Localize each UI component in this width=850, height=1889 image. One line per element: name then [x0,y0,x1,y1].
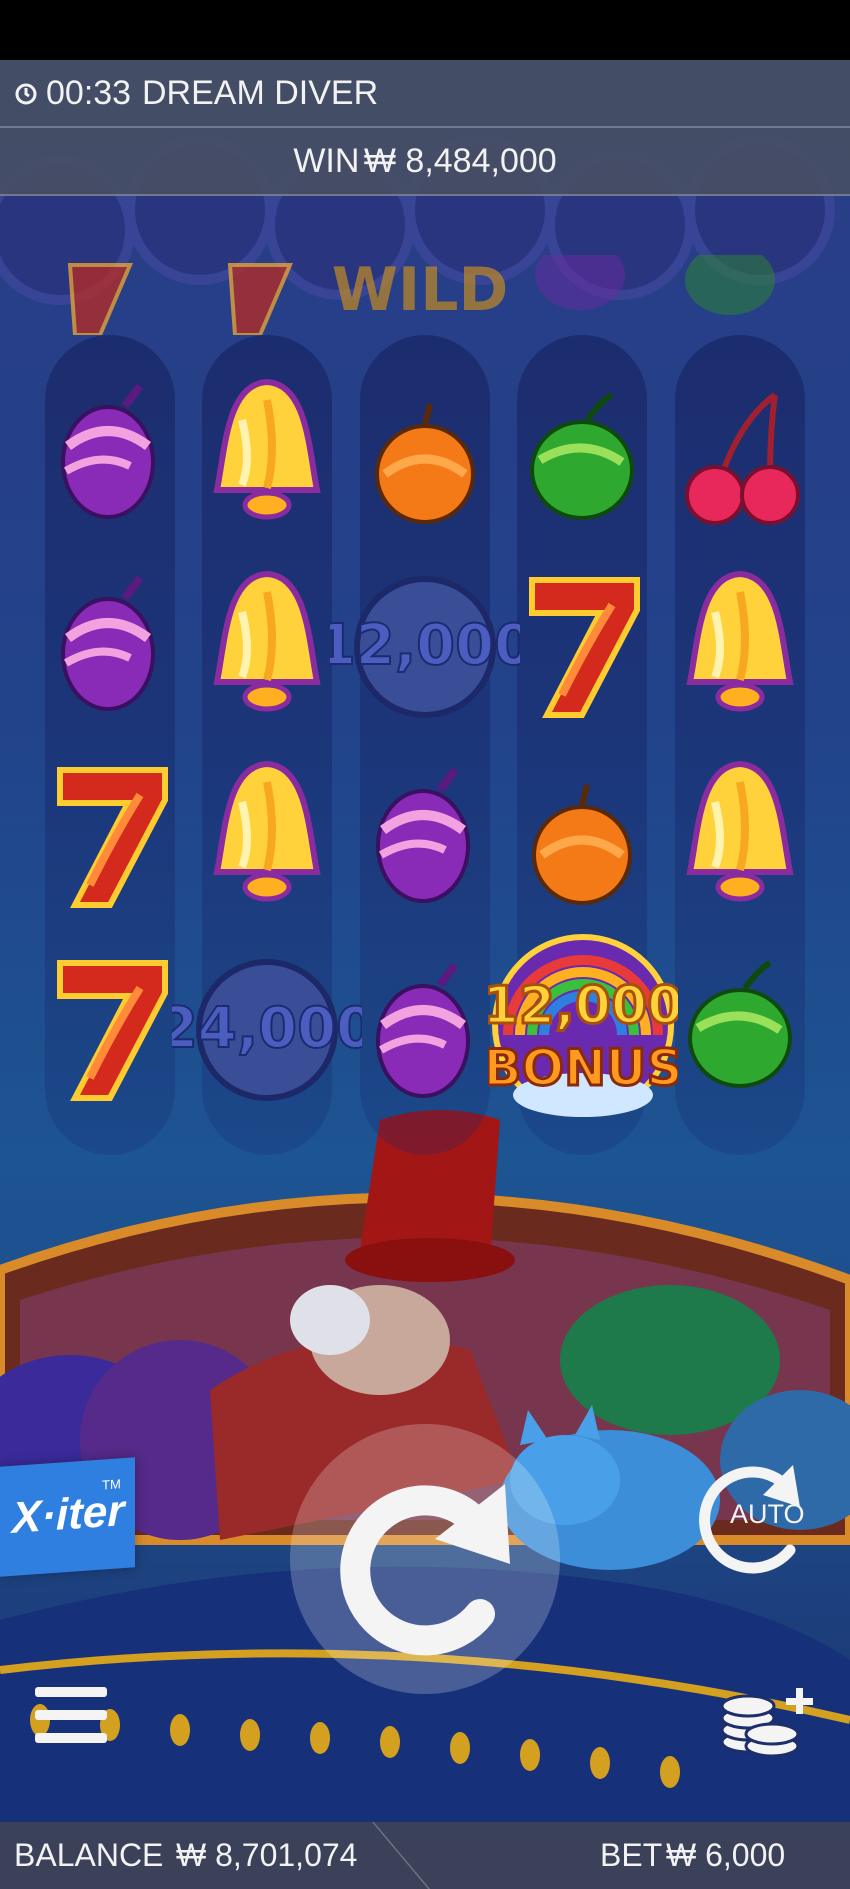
symbol-bell-r1c2 [213,378,321,520]
status-divider [371,1822,431,1889]
symbol-seven-r2c4 [529,577,640,718]
bonus-value: 12,000 [488,976,678,1036]
symbol-cherry-r1c5 [685,392,800,525]
bet-amount: ₩ 6,000 [666,1837,786,1873]
symbol-seven-r3c1 [57,767,168,908]
status-bar: BALANCE ₩ 8,701,074 BET ₩ 6,000 [0,1822,850,1889]
session-timer: 00:33 [46,74,132,112]
symbol-plum-r4c3 [376,962,470,1098]
symbol-bell-r2c5 [686,570,794,712]
symbol-plum-r3c3 [376,767,470,903]
bonus-label: BONUS [488,1039,678,1097]
xiter-button[interactable]: X·iter TM [0,1457,135,1577]
symbol-apple-r1c4 [530,392,634,520]
coin-symbol-r4c2: 24,000 [158,955,376,1105]
coin-symbol-r2c3: 12,000 [316,572,534,722]
spin-button[interactable] [290,1424,560,1694]
symbol-plum-r1c1 [61,383,155,519]
xiter-label: X·iter [12,1486,125,1543]
hamburger-menu-icon [35,1687,107,1743]
refresh-arrow-icon [340,1484,510,1656]
game-title: DREAM DIVER [142,74,379,112]
balance-label: BALANCE [14,1837,164,1873]
coin-value-r4c2: 24,000 [172,996,362,1061]
menu-button[interactable] [35,1683,107,1747]
clock-icon [15,83,37,105]
timer-bar: 00:33 DREAM DIVER [0,60,850,128]
balance-amount: ₩ 8,701,074 [176,1837,358,1873]
win-bar: WIN ₩ 8,484,000 [0,128,850,196]
auto-label: AUTO [730,1499,805,1529]
win-amount: ₩ 8,484,000 [363,142,557,180]
symbol-bell-r3c2 [213,760,321,902]
wild-symbol-text: WILD [332,255,509,325]
autoplay-button[interactable]: AUTO [695,1455,815,1575]
bet-label: BET [600,1837,663,1873]
symbol-plum-r2c1 [61,575,155,711]
bonus-symbol-r4c4: 12,000 BONUS [481,925,685,1130]
win-label: WIN [293,142,360,180]
coins-plus-icon [720,1688,813,1758]
symbol-bell-r2c2 [213,570,321,712]
symbol-orange-r3c4 [532,784,632,905]
symbol-orange-r1c3 [375,403,475,524]
reel-peek-row: WILD [0,255,850,335]
coin-value-r2c3: 12,000 [330,613,520,678]
symbol-apple-r4c5 [688,960,792,1088]
bet-settings-button[interactable] [720,1680,820,1760]
xiter-trademark: TM [102,1476,121,1493]
symbol-seven-r4c1 [57,960,168,1101]
symbol-bell-r3c5 [686,760,794,902]
